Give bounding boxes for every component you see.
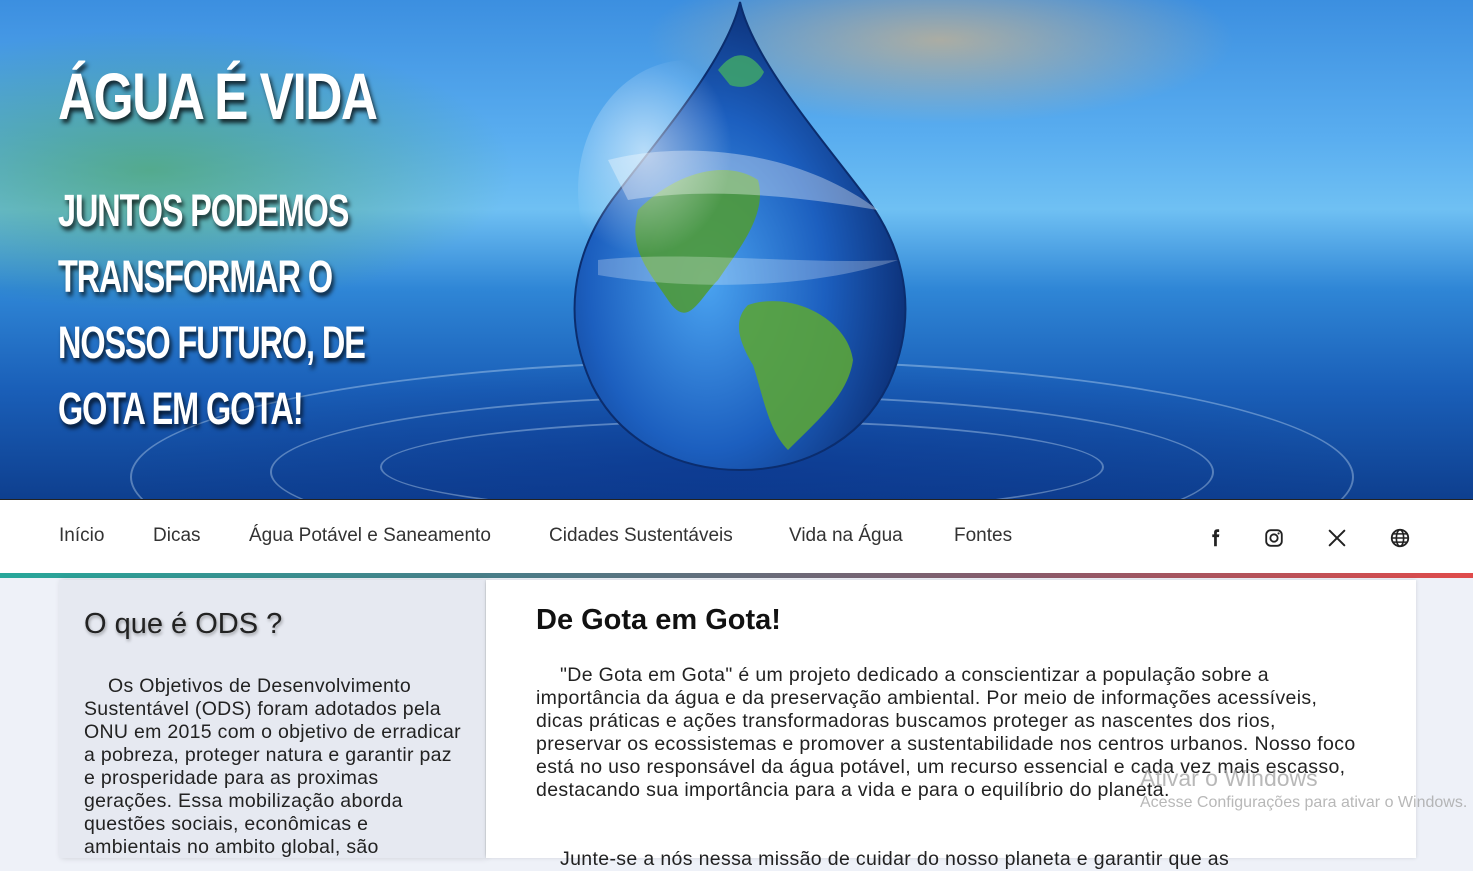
instagram-icon[interactable] [1263,527,1285,549]
sidebar-text: Os Objetivos de Desenvolvimento Sustentá… [84,675,461,858]
main-content: De Gota em Gota! "De Gota em Gota" é um … [486,580,1416,870]
sidebar-title: O que é ODS ? [84,608,283,640]
hero-banner: ÁGUA É VIDA Juntos podemos transformar o… [0,0,1473,499]
nav-link-agua-potavel[interactable]: Água Potável e Saneamento [249,525,491,547]
nav-link-inicio[interactable]: Início [59,525,104,547]
nav-gradient-divider [0,573,1473,578]
windows-activation-watermark: Ativar o Windows Acesse Configurações pa… [1140,765,1467,812]
watermark-line-1: Ativar o Windows [1140,765,1318,791]
main-navigation: Início Dicas Água Potável e Saneamento C… [0,499,1473,574]
hero-title: ÁGUA É VIDA [58,59,378,133]
sidebar-ods: O que é ODS ? Os Objetivos de Desenvolvi… [59,580,485,858]
nav-link-dicas[interactable]: Dicas [153,525,201,547]
nav-link-fontes[interactable]: Fontes [954,525,1012,547]
facebook-icon[interactable] [1204,527,1226,549]
nav-link-cidades-sustentaveis[interactable]: Cidades Sustentáveis [549,525,733,547]
watermark-line-2: Acesse Configurações para ativar o Windo… [1140,794,1468,811]
nav-link-vida-na-agua[interactable]: Vida na Água [789,525,903,547]
x-icon[interactable] [1326,527,1348,549]
globe-icon[interactable] [1389,527,1411,549]
hero-subtitle: Juntos podemos transformar o nosso futur… [58,185,366,434]
earth-water-drop-image [573,1,907,472]
main-paragraph-join: Junte-se a nós nessa missão de cuidar do… [560,848,1230,870]
main-title: De Gota em Gota! [536,604,781,636]
